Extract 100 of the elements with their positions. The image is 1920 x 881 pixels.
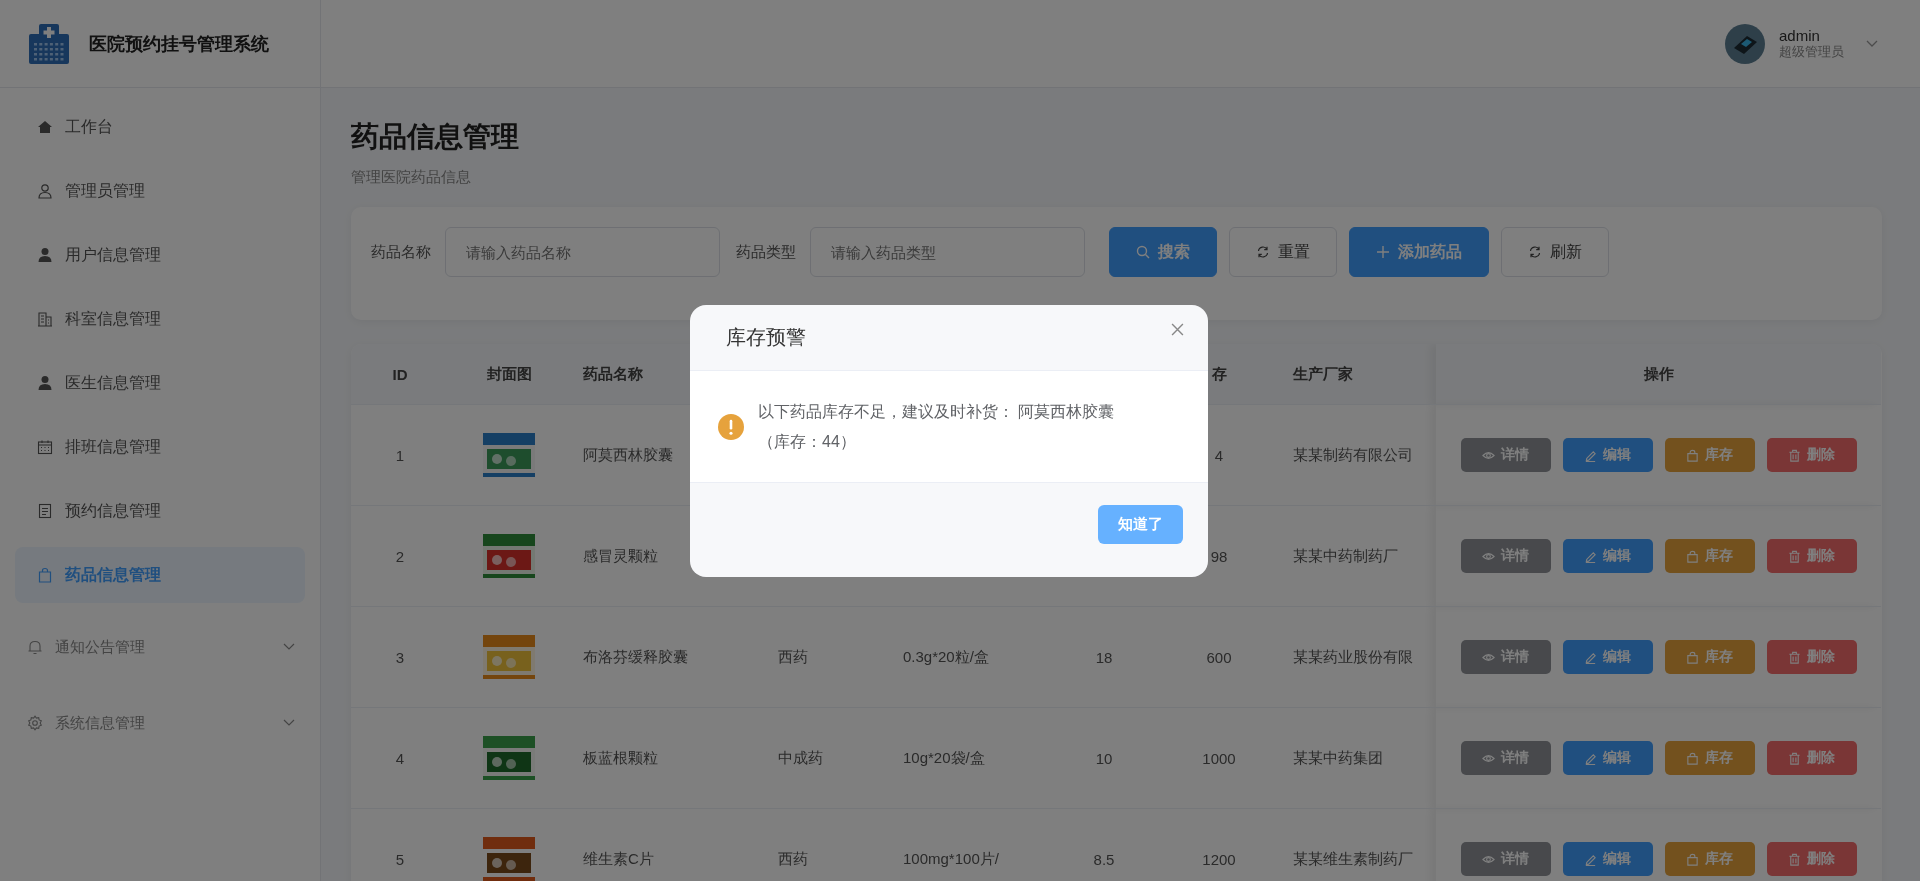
- delete-button[interactable]: 删除: [1766, 640, 1857, 674]
- user-outline-icon: [37, 183, 53, 199]
- table-cell: 8.5: [1093, 850, 1115, 868]
- bag-icon: [1686, 852, 1699, 866]
- input-field[interactable]: 请输入药品类型: [810, 227, 1085, 277]
- table-cell: 维生素C片: [583, 849, 654, 867]
- edit-button[interactable]: 编辑: [1562, 741, 1653, 775]
- trash-icon: [1788, 448, 1801, 462]
- column-header: 药品名称: [583, 364, 643, 382]
- table-cell: 100mg*100片/: [903, 849, 999, 867]
- add-button[interactable]: 添加药品: [1349, 227, 1489, 277]
- pencil-icon: [1584, 751, 1597, 765]
- table-cell: 某某药业股份有限: [1293, 647, 1413, 665]
- gear-icon: [27, 715, 43, 731]
- bag-icon: [1686, 549, 1699, 563]
- refresh-button[interactable]: 刷新: [1501, 227, 1609, 277]
- table-cell: 阿莫西林胶囊: [583, 445, 673, 463]
- delete-button[interactable]: 删除: [1766, 438, 1857, 472]
- edit-button[interactable]: 编辑: [1562, 640, 1653, 674]
- table-cell: 某某维生素制药厂: [1293, 849, 1413, 867]
- pencil-icon: [1584, 852, 1597, 866]
- pencil-icon: [1584, 650, 1597, 664]
- table-cell: 98: [1210, 547, 1228, 565]
- refresh-icon: [1528, 245, 1542, 259]
- table-cell: 1000: [1202, 749, 1236, 767]
- dialog-title: 库存预警: [726, 325, 806, 350]
- trash-icon: [1788, 751, 1801, 765]
- calendar-icon: [37, 439, 53, 455]
- table-cell: 3: [395, 648, 405, 666]
- table-cell: 西药: [778, 647, 808, 665]
- stock-button[interactable]: 库存: [1664, 842, 1755, 876]
- table-cell: 2: [395, 547, 405, 565]
- table-cell: 某某中药集团: [1293, 748, 1383, 766]
- hospital-logo-icon: [27, 21, 71, 66]
- trash-icon: [1788, 650, 1801, 664]
- bag-icon: [1686, 448, 1699, 462]
- confirm-button[interactable]: 知道了: [1098, 505, 1183, 544]
- sidebar-item[interactable]: 排班信息管理: [15, 419, 305, 475]
- trash-icon: [1788, 549, 1801, 563]
- refresh-icon: [1256, 245, 1270, 259]
- table-cell: 4: [395, 749, 405, 767]
- column-header: ID: [392, 365, 408, 383]
- warning-icon: [718, 413, 744, 440]
- table-cell: 0.3g*20粒/盒: [903, 647, 989, 665]
- bag-icon: [1686, 650, 1699, 664]
- table-cell: 5: [395, 850, 405, 868]
- column-header: 生产厂家: [1293, 364, 1353, 382]
- edit-button[interactable]: 编辑: [1562, 539, 1653, 573]
- user-name: admin: [1779, 27, 1821, 45]
- sidebar-item[interactable]: 药品信息管理: [15, 547, 305, 603]
- delete-button[interactable]: 删除: [1766, 741, 1857, 775]
- sidebar-item[interactable]: 用户信息管理: [15, 227, 305, 283]
- table-cell: 西药: [778, 849, 808, 867]
- column-header: 封面图: [486, 364, 532, 382]
- delete-button[interactable]: 删除: [1766, 842, 1857, 876]
- sidebar-item[interactable]: 医生信息管理: [15, 355, 305, 411]
- column-header: 存: [1211, 364, 1227, 382]
- table-cell: 1200: [1202, 850, 1236, 868]
- bag-icon: [37, 567, 53, 583]
- stock-button[interactable]: 库存: [1664, 741, 1755, 775]
- page-title: 药品信息管理: [351, 120, 520, 154]
- sidebar-item[interactable]: 通知公告管理: [0, 615, 305, 679]
- column-header: 操作: [1643, 364, 1674, 382]
- close-icon[interactable]: [1171, 323, 1184, 336]
- search-icon: [1136, 245, 1150, 259]
- document-icon: [37, 503, 53, 519]
- app-title: 医院预约挂号管理系统: [89, 32, 269, 56]
- input-field[interactable]: 请输入药品名称: [445, 227, 720, 277]
- table-cell: 4: [1214, 446, 1224, 464]
- edit-button[interactable]: 编辑: [1562, 842, 1653, 876]
- user-icon: [37, 375, 53, 391]
- edit-button[interactable]: 编辑: [1562, 438, 1653, 472]
- sidebar-item[interactable]: 科室信息管理: [15, 291, 305, 347]
- trash-icon: [1788, 852, 1801, 866]
- pencil-icon: [1584, 549, 1597, 563]
- search-button[interactable]: 搜索: [1109, 227, 1217, 277]
- pencil-icon: [1584, 448, 1597, 462]
- delete-button[interactable]: 删除: [1766, 539, 1857, 573]
- user-icon: [37, 247, 53, 263]
- avatar-icon[interactable]: [1725, 23, 1765, 64]
- table-cell: 18: [1095, 648, 1113, 666]
- filter-label: 药品名称: [371, 242, 431, 262]
- table-cell: 某某制药有限公司: [1293, 445, 1413, 463]
- table-cell: 10: [1095, 749, 1113, 767]
- stock-button[interactable]: 库存: [1664, 640, 1755, 674]
- plus-icon: [1376, 245, 1390, 259]
- sidebar-item[interactable]: 工作台: [15, 99, 305, 155]
- stock-button[interactable]: 库存: [1664, 438, 1755, 472]
- refresh-button[interactable]: 重置: [1229, 227, 1337, 277]
- filter-label: 药品类型: [736, 242, 796, 262]
- sidebar-item[interactable]: 管理员管理: [15, 163, 305, 219]
- home-icon: [37, 119, 53, 135]
- sidebar-item[interactable]: 系统信息管理: [0, 691, 305, 755]
- bell-icon: [27, 639, 43, 655]
- table-cell: 布洛芬缓释胶囊: [583, 647, 688, 665]
- table-cell: 1: [395, 446, 405, 464]
- stock-button[interactable]: 库存: [1664, 539, 1755, 573]
- sidebar-item[interactable]: 预约信息管理: [15, 483, 305, 539]
- chevron-down-icon[interactable]: [1866, 39, 1878, 48]
- table-cell: 中成药: [778, 748, 823, 766]
